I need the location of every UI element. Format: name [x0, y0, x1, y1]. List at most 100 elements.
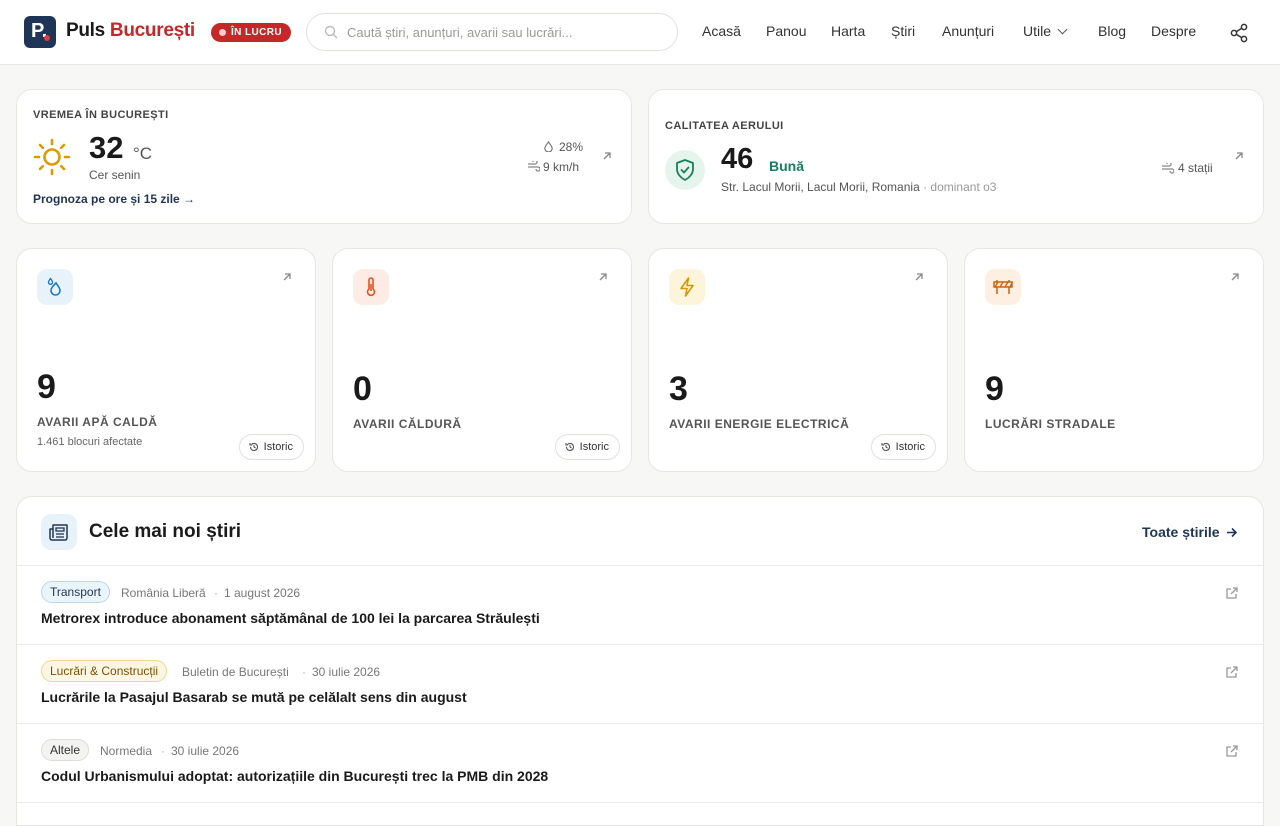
humidity-value: 28% — [559, 140, 584, 154]
nav-item-utile[interactable]: Utile — [1023, 23, 1068, 39]
newspaper-icon — [49, 524, 68, 541]
news-item[interactable]: Altele Normedia · 30 iulie 2026 Codul Ur… — [17, 724, 1263, 803]
news-category-tag[interactable]: Altele — [41, 739, 90, 761]
search-bar[interactable] — [306, 13, 678, 51]
search-input[interactable] — [307, 14, 677, 50]
news-item[interactable]: Lucrări & Construcții Buletin de Bucureș… — [17, 645, 1263, 724]
air-quality-location-line: Str. Lacul Morii, Lacul Morii, Romania ·… — [721, 180, 996, 194]
news-section: Cele mai noi știri Toate știrile Transpo… — [16, 496, 1264, 826]
chevron-down-icon — [1057, 24, 1068, 35]
air-quality-rating: Bună — [769, 158, 804, 174]
history-icon — [881, 442, 890, 451]
stat-value: 3 — [669, 370, 688, 408]
road-barrier-icon — [993, 280, 1013, 294]
news-date: 30 iulie 2026 — [171, 744, 240, 758]
news-header: Cele mai noi știri Toate știrile — [17, 497, 1263, 566]
weather-condition: Cer senin — [89, 168, 141, 182]
air-quality-dominant: · dominant o3 — [923, 180, 997, 194]
arrow-up-right-icon[interactable] — [281, 271, 293, 283]
weather-unit: °C — [133, 144, 153, 163]
wind-icon — [528, 161, 540, 172]
air-quality-card[interactable]: CALITATEA AERULUI 46 Bună Str. Lacul Mor… — [648, 89, 1264, 224]
nav-item-harta[interactable]: Harta — [831, 23, 865, 39]
wind-icon — [1162, 163, 1174, 174]
weather-title: VREMEA ÎN BUCUREȘTI — [33, 109, 169, 121]
status-badge: ÎN LUCRU — [211, 23, 291, 42]
news-item[interactable]: Transport România Liberă · 1 august 2026… — [17, 566, 1263, 645]
weather-card[interactable]: VREMEA ÎN BUCUREȘTI 32 °C Cer senin Prog… — [16, 89, 632, 224]
nav-item-utile-label: Utile — [1023, 23, 1052, 39]
news-headline[interactable]: Lucrările la Pasajul Basarab se mută pe … — [41, 689, 467, 705]
meta-separator: · — [214, 586, 218, 600]
share-icon[interactable] — [1228, 22, 1250, 44]
wind-value: 9 km/h — [543, 160, 580, 174]
stat-value: 0 — [353, 370, 372, 408]
arrow-right-icon — [1227, 527, 1238, 538]
stat-label: AVARII ENERGIE ELECTRICĂ — [669, 417, 850, 431]
logo[interactable]: P. — [24, 16, 56, 48]
history-label: Istoric — [895, 441, 925, 453]
news-source: Buletin de București — [182, 665, 289, 679]
shield-check-icon — [676, 159, 694, 181]
newspaper-icon-bg — [41, 514, 77, 550]
stat-label: LUCRĂRI STRADALE — [985, 417, 1116, 431]
thermometer-icon-bg — [353, 269, 389, 305]
air-quality-title: CALITATEA AERULUI — [665, 120, 784, 132]
arrow-up-right-icon[interactable] — [601, 150, 613, 162]
stat-card-road-works[interactable]: 9 LUCRĂRI STRADALE — [964, 248, 1264, 472]
logo-dot — [44, 35, 50, 41]
arrow-up-right-icon[interactable] — [1233, 150, 1245, 162]
arrow-up-right-icon[interactable] — [597, 271, 609, 283]
stat-subtext: 1.461 blocuri afectate — [37, 436, 143, 448]
stat-card-heating[interactable]: 0 AVARII CĂLDURĂ Istoric — [332, 248, 632, 472]
news-source: România Liberă — [121, 586, 206, 600]
external-link-icon[interactable] — [1225, 744, 1239, 758]
air-quality-index: 46 — [721, 143, 754, 175]
road-barrier-icon-bg — [985, 269, 1021, 305]
nav-item-despre[interactable]: Despre — [1151, 23, 1196, 39]
news-headline[interactable]: Metrorex introduce abonament săptămânal … — [41, 610, 540, 626]
weather-temperature: 32 — [89, 130, 124, 165]
external-link-icon[interactable] — [1225, 586, 1239, 600]
nav-item-panou[interactable]: Panou — [766, 23, 806, 39]
stat-card-electricity[interactable]: 3 AVARII ENERGIE ELECTRICĂ Istoric — [648, 248, 948, 472]
history-label: Istoric — [579, 441, 609, 453]
external-link-icon[interactable] — [1225, 665, 1239, 679]
water-drops-icon-bg — [37, 269, 73, 305]
search-icon — [324, 25, 338, 39]
brand-name[interactable]: Puls București — [66, 20, 195, 42]
history-icon — [249, 442, 258, 451]
news-category-tag[interactable]: Lucrări & Construcții — [41, 660, 168, 682]
all-news-link[interactable]: Toate știrile — [1142, 524, 1238, 540]
history-button[interactable]: Istoric — [870, 434, 936, 460]
brand-name-part2: București — [109, 20, 195, 41]
forecast-link[interactable]: Prognoza pe ore și 15 zile → — [33, 192, 195, 206]
top-navigation-bar: P. Puls București ÎN LUCRU Acasă Panou H… — [0, 0, 1280, 65]
history-button[interactable]: Istoric — [238, 434, 304, 460]
air-quality-stations: 4 stații — [1178, 161, 1213, 175]
arrow-up-right-icon[interactable] — [913, 271, 925, 283]
all-news-label: Toate știrile — [1142, 524, 1220, 540]
lightning-icon — [680, 277, 694, 297]
meta-separator: · — [302, 665, 306, 679]
news-source: Normedia — [100, 744, 153, 758]
history-button[interactable]: Istoric — [554, 434, 620, 460]
nav-item-stiri[interactable]: Știri — [891, 23, 915, 39]
stat-card-hot-water[interactable]: 9 AVARII APĂ CALDĂ 1.461 blocuri afectat… — [16, 248, 316, 472]
air-quality-icon-bg — [665, 150, 705, 190]
nav-item-acasa[interactable]: Acasă — [702, 23, 741, 39]
nav-item-anunturi[interactable]: Anunțuri — [942, 23, 994, 39]
air-quality-location: Str. Lacul Morii, Lacul Morii, Romania — [721, 180, 920, 194]
stat-label: AVARII CĂLDURĂ — [353, 417, 462, 431]
meta-separator: · — [161, 744, 165, 758]
arrow-up-right-icon[interactable] — [1229, 271, 1241, 283]
news-headline[interactable]: Codul Urbanismului adoptat: autorizațiil… — [41, 768, 548, 784]
nav-item-blog[interactable]: Blog — [1098, 23, 1126, 39]
water-drops-icon — [47, 277, 61, 296]
sun-icon — [33, 138, 71, 176]
history-label: Istoric — [263, 441, 293, 453]
news-title: Cele mai noi știri — [89, 521, 242, 542]
news-date: 30 iulie 2026 — [312, 665, 381, 679]
news-category-tag[interactable]: Transport — [41, 581, 110, 603]
stat-value: 9 — [37, 368, 56, 406]
